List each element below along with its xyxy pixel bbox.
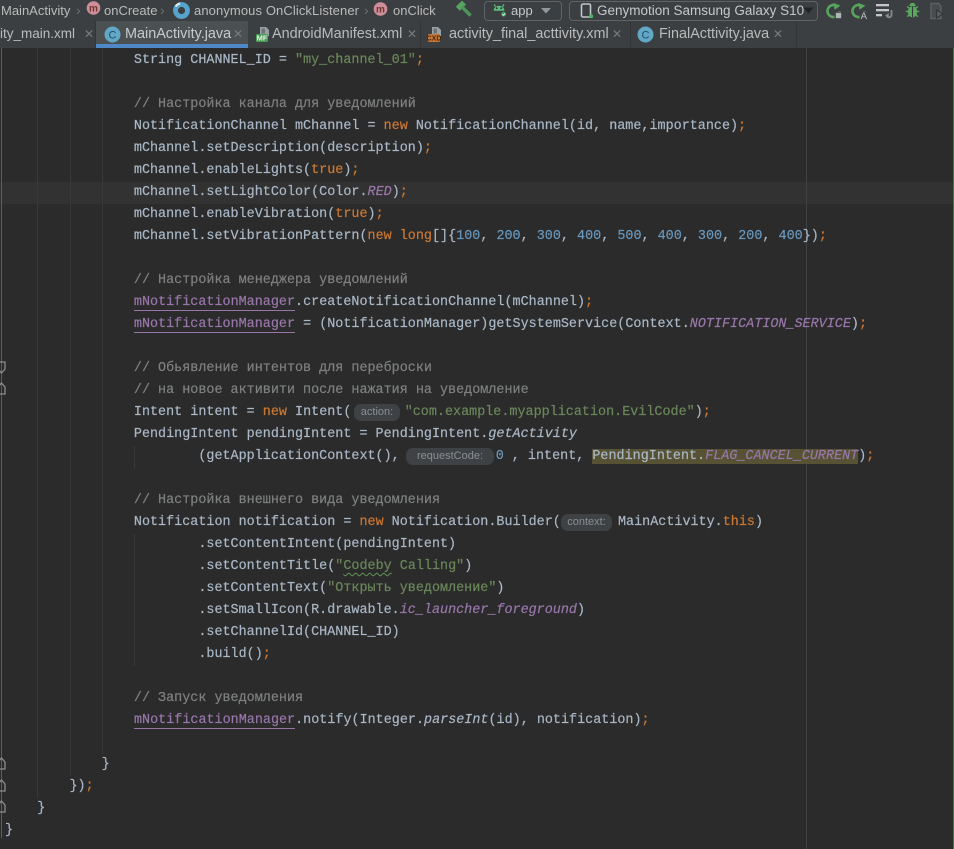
svg-text:C: C — [642, 30, 650, 42]
svg-text:m: m — [376, 5, 385, 16]
svg-text:C: C — [109, 30, 117, 42]
svg-text:m: m — [89, 4, 98, 15]
svg-text:MF: MF — [257, 34, 268, 43]
svg-text:CXD: CXD — [427, 36, 441, 43]
svg-text:A: A — [861, 11, 868, 20]
